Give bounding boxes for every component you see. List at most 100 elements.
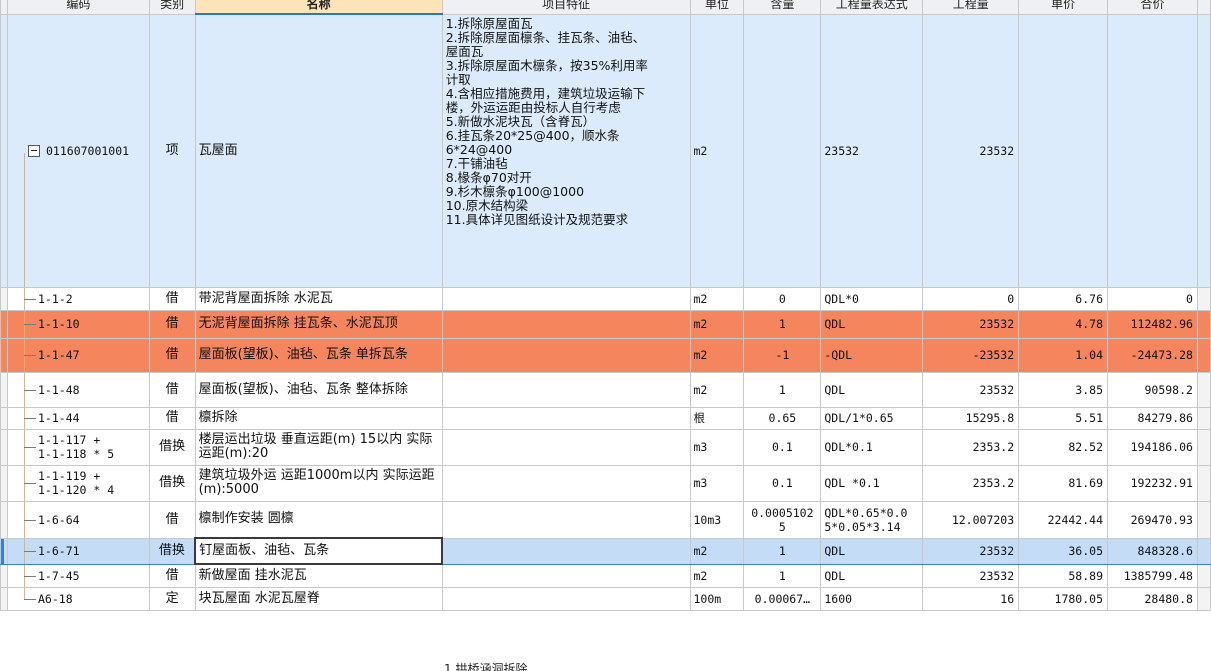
cell-expr[interactable]: 1600 <box>820 586 924 611</box>
cell-price[interactable]: 1.04 <box>1018 337 1108 373</box>
cell-total[interactable]: 192232.91 <box>1107 464 1198 502</box>
cell-unit[interactable]: m2 <box>689 13 745 288</box>
cell-type[interactable]: 借换 <box>148 428 196 466</box>
cell-unit[interactable]: m3 <box>689 464 745 502</box>
cell-qty[interactable]: 1 <box>743 563 822 588</box>
cell-type[interactable]: 定 <box>148 586 196 611</box>
cell-amount[interactable]: 2353.2 <box>922 464 1020 502</box>
table-row[interactable]: A6-18 定块瓦屋面 水泥瓦屋脊 100m 0.00067… 1600 16 1780.0… <box>0 586 1211 611</box>
cell-amount[interactable]: 23532 <box>922 371 1020 408</box>
cell-unit[interactable]: m2 <box>689 286 745 311</box>
cell-code[interactable]: 1-1-47 <box>7 337 150 373</box>
cell-qty[interactable]: 0.1 <box>743 428 822 466</box>
cell-price[interactable]: 81.69 <box>1018 464 1108 502</box>
cell-amount[interactable]: 2353.2 <box>922 428 1020 466</box>
cell-unit[interactable]: 100m <box>689 586 745 611</box>
cell-type[interactable]: 借 <box>148 500 196 539</box>
cell-price[interactable]: 6.76 <box>1018 286 1108 311</box>
cell-qty[interactable] <box>743 13 822 288</box>
cell-type[interactable]: 借 <box>148 286 196 311</box>
table-row[interactable]: 1-7-45 借新做屋面 挂水泥瓦 m2 1 QDL 23532 58.89 1385799.… <box>0 563 1211 588</box>
cell-expr[interactable]: 23532 <box>820 13 924 288</box>
cell-name[interactable]: 无泥背屋面拆除 挂瓦条、水泥瓦顶 <box>194 309 443 339</box>
cell-code[interactable]: 1-1-119 +1-1-120 * 4 <box>7 464 150 502</box>
cell-type[interactable]: 借 <box>148 563 196 588</box>
cell-price[interactable]: 1780.05 <box>1018 586 1108 611</box>
cell-amount[interactable]: 23532 <box>922 537 1020 565</box>
cell-name[interactable]: 瓦屋面 <box>194 13 443 288</box>
cell-expr[interactable]: QDL <box>820 371 924 408</box>
cell-amount[interactable]: 23532 <box>922 309 1020 339</box>
header-code[interactable]: 编码 <box>7 0 150 15</box>
cell-unit[interactable]: m2 <box>689 371 745 408</box>
table-row[interactable]: 1-6-71 借换 钉屋面板、油毡、瓦条 m2 1 QDL 23532 36.05 848328… <box>0 537 1211 565</box>
cell-expr[interactable]: QDL *0.1 <box>820 464 924 502</box>
cell-amount[interactable]: 23532 <box>922 13 1020 288</box>
cell-expr[interactable]: QDL*0 <box>820 286 924 311</box>
header-expr[interactable]: 工程量表达式 <box>820 0 924 15</box>
cell-total[interactable]: 84279.86 <box>1107 406 1198 430</box>
cell-total[interactable]: 90598.2 <box>1107 371 1198 408</box>
cell-unit[interactable]: m2 <box>689 309 745 339</box>
cell-name[interactable]: 带泥背屋面拆除 水泥瓦 <box>194 286 443 311</box>
cell-type[interactable]: 借 <box>148 371 196 408</box>
table-row[interactable]: 1-6-64 借檩制作安装 圆檩 10m3 0.0005102 5 QDL*0.65*0… <box>0 500 1211 539</box>
cell-feature[interactable] <box>441 537 691 565</box>
table-row[interactable]: 1-1-47 借屋面板(望板)、油毡、瓦条 单拆瓦条 m2 -1 -QDL -23532 1… <box>0 337 1211 373</box>
cell-qty[interactable]: 0.1 <box>743 464 822 502</box>
cell-qty[interactable]: 1 <box>743 371 822 408</box>
cell-type[interactable]: 借换 <box>148 537 196 565</box>
cell-name[interactable]: 檩拆除 <box>194 406 443 430</box>
header-unit[interactable]: 单位 <box>689 0 745 15</box>
cell-price[interactable] <box>1018 13 1108 288</box>
cell-total[interactable]: -24473.28 <box>1107 337 1198 373</box>
cell-expr[interactable]: QDL <box>820 537 924 565</box>
cell-total[interactable]: 28480.8 <box>1107 586 1198 611</box>
cell-total[interactable]: 848328.6 <box>1107 537 1198 565</box>
cell-name[interactable]: 新做屋面 挂水泥瓦 <box>194 563 443 588</box>
table-row[interactable]: 1-1-119 +1-1-120 * 4 借换 建筑垃圾外运 运距1000m以内 实… <box>0 464 1211 502</box>
cell-code[interactable]: 1-1-10 <box>7 309 150 339</box>
cell-type[interactable]: 借换 <box>148 464 196 502</box>
cell-qty[interactable]: 0.00067… <box>743 586 822 611</box>
cell-price[interactable]: 82.52 <box>1018 428 1108 466</box>
cell-total[interactable]: 1385799.48 <box>1107 563 1198 588</box>
cell-total[interactable]: 112482.96 <box>1107 309 1198 339</box>
cell-expr[interactable]: QDL <box>820 563 924 588</box>
cell-qty[interactable]: 1 <box>743 309 822 339</box>
cell-feature[interactable] <box>441 586 691 611</box>
cell-amount[interactable]: 15295.8 <box>922 406 1020 430</box>
cell-code[interactable]: A6-18 <box>7 586 150 611</box>
cell-type[interactable]: 借 <box>148 309 196 339</box>
header-qty[interactable]: 含量 <box>743 0 822 15</box>
cell-feature[interactable] <box>441 309 691 339</box>
cell-type[interactable]: 借 <box>148 406 196 430</box>
cell-expr[interactable]: -QDL <box>820 337 924 373</box>
cell-feature[interactable] <box>441 428 691 466</box>
cell-price[interactable]: 3.85 <box>1018 371 1108 408</box>
cell-total[interactable]: 269470.93 <box>1107 500 1198 539</box>
table-row[interactable]: 1-1-48 借屋面板(望板)、油毡、瓦条 整体拆除 m2 1 QDL 23532 3.85… <box>0 371 1211 408</box>
cell-unit[interactable]: 10m3 <box>689 500 745 539</box>
cell-code[interactable]: 1-1-44 <box>7 406 150 430</box>
cell-price[interactable]: 58.89 <box>1018 563 1108 588</box>
cell-name[interactable]: 屋面板(望板)、油毡、瓦条 单拆瓦条 <box>194 337 443 373</box>
cell-name[interactable]: 楼层运出垃圾 垂直运距(m) 15以内 实际运距(m):20 <box>194 428 443 466</box>
cell-type[interactable]: 借 <box>148 337 196 373</box>
cell-code[interactable]: 1-7-45 <box>7 563 150 588</box>
cell-name[interactable]: 建筑垃圾外运 运距1000m以内 实际运距(m):5000 <box>194 464 443 502</box>
cell-price[interactable]: 22442.44 <box>1018 500 1108 539</box>
cell-expr[interactable]: QDL*0.65*0.0 5*0.05*3.14 <box>820 500 924 539</box>
table-row[interactable]: 1-1-2 借带泥背屋面拆除 水泥瓦 m2 0 QDL*0 0 6.76 0 <box>0 286 1211 311</box>
cell-feature[interactable]: 1.拆除原屋面瓦 2.拆除原屋面檩条、挂瓦条、油毡、 屋面瓦 3.拆除原屋面木檩条，按… <box>441 13 691 288</box>
cell-total[interactable]: 194186.06 <box>1107 428 1198 466</box>
list-item-main[interactable]: 011607001001 项 瓦屋面 1.拆除原屋面瓦 2.拆除原屋面檩条、挂瓦条… <box>0 13 1211 288</box>
cell-qty[interactable]: 0.65 <box>743 406 822 430</box>
cell-feature[interactable] <box>441 563 691 588</box>
cell-feature[interactable] <box>441 406 691 430</box>
cell-code[interactable]: 011607001001 <box>7 13 150 288</box>
header-price[interactable]: 单价 <box>1018 0 1108 15</box>
cell-amount[interactable]: 12.007203 <box>922 500 1020 539</box>
cell-feature[interactable] <box>441 464 691 502</box>
cell-expr[interactable]: QDL/1*0.65 <box>820 406 924 430</box>
